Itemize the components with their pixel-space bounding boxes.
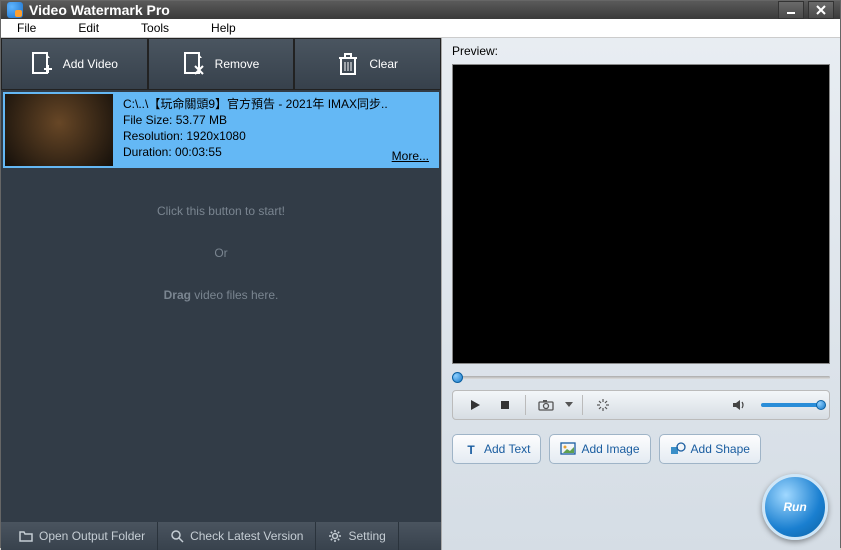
video-list[interactable]: C:\..\【玩命關頭9】官方預告 - 2021年 IMAX同步.. File …	[1, 90, 441, 522]
minimize-button[interactable]	[778, 1, 804, 19]
add-shape-label: Add Shape	[691, 442, 750, 456]
add-image-button[interactable]: Add Image	[549, 434, 650, 464]
video-resolution: Resolution: 1920x1080	[123, 128, 431, 144]
add-text-button[interactable]: T Add Text	[452, 434, 541, 464]
clear-label: Clear	[369, 57, 398, 71]
seek-thumb[interactable]	[452, 372, 463, 383]
drop-hint: Click this button to start! Or Drag vide…	[1, 190, 441, 316]
volume-slider[interactable]	[761, 403, 821, 407]
video-path: C:\..\【玩命關頭9】官方預告 - 2021年 IMAX同步..	[123, 96, 431, 112]
close-button[interactable]	[808, 1, 834, 19]
video-size: File Size: 53.77 MB	[123, 112, 431, 128]
hint-line1: Click this button to start!	[1, 190, 441, 232]
run-button[interactable]: Run	[762, 474, 828, 540]
divider	[525, 395, 526, 415]
setting-button[interactable]: Setting	[316, 522, 398, 550]
preview-label: Preview:	[442, 38, 840, 64]
menu-tools[interactable]: Tools	[135, 19, 175, 37]
volume-thumb[interactable]	[816, 400, 826, 410]
search-icon	[170, 529, 184, 543]
text-icon: T	[463, 441, 479, 457]
preview-area	[452, 64, 830, 364]
image-icon	[560, 441, 576, 457]
app-logo-icon	[7, 2, 23, 18]
clear-button[interactable]: Clear	[294, 38, 441, 90]
run-label: Run	[783, 500, 806, 514]
menu-edit[interactable]: Edit	[72, 19, 105, 37]
stop-button[interactable]	[491, 394, 519, 416]
clear-icon	[337, 51, 359, 77]
remove-label: Remove	[215, 57, 260, 71]
video-item[interactable]: C:\..\【玩命關頭9】官方預告 - 2021年 IMAX同步.. File …	[3, 92, 439, 168]
effect-button[interactable]	[589, 394, 617, 416]
add-text-label: Add Text	[484, 442, 530, 456]
video-thumbnail	[5, 94, 113, 166]
volume-button[interactable]	[725, 394, 753, 416]
snapshot-button[interactable]	[532, 394, 560, 416]
watermark-toolbar: T Add Text Add Image Add Shape	[452, 434, 830, 464]
left-panel: Add Video Remove Clear C:\..\【玩命關頭9】官方預告…	[1, 38, 441, 550]
video-info: C:\..\【玩命關頭9】官方預告 - 2021年 IMAX同步.. File …	[115, 92, 439, 168]
hint-line3: Drag video files here.	[1, 274, 441, 316]
open-output-label: Open Output Folder	[39, 529, 145, 543]
snapshot-dropdown[interactable]	[562, 394, 576, 416]
check-version-button[interactable]: Check Latest Version	[158, 522, 316, 550]
add-video-button[interactable]: Add Video	[1, 38, 148, 90]
add-shape-button[interactable]: Add Shape	[659, 434, 761, 464]
setting-label: Setting	[348, 529, 385, 543]
window-buttons	[778, 1, 834, 19]
bottom-bar: Open Output Folder Check Latest Version …	[1, 522, 441, 550]
check-version-label: Check Latest Version	[190, 529, 303, 543]
title-bar: Video Watermark Pro	[1, 1, 840, 19]
gear-icon	[328, 529, 342, 543]
main-area: Add Video Remove Clear C:\..\【玩命關頭9】官方預告…	[1, 38, 840, 550]
hint-line2: Or	[1, 232, 441, 274]
menu-help[interactable]: Help	[205, 19, 242, 37]
menu-bar: File Edit Tools Help	[1, 19, 840, 38]
video-duration: Duration: 00:03:55	[123, 144, 431, 160]
remove-button[interactable]: Remove	[148, 38, 295, 90]
app-title: Video Watermark Pro	[29, 2, 778, 18]
remove-icon	[183, 51, 205, 77]
shape-icon	[670, 441, 686, 457]
add-video-label: Add Video	[63, 57, 118, 71]
play-button[interactable]	[461, 394, 489, 416]
menu-file[interactable]: File	[11, 19, 42, 37]
folder-icon	[19, 529, 33, 543]
add-video-icon	[31, 51, 53, 77]
divider	[582, 395, 583, 415]
svg-text:T: T	[467, 443, 475, 457]
open-output-folder-button[interactable]: Open Output Folder	[7, 522, 158, 550]
playback-controls	[452, 390, 830, 420]
right-panel: Preview: T Add Text	[441, 38, 840, 550]
seek-bar[interactable]	[452, 372, 830, 382]
app-window: Video Watermark Pro File Edit Tools Help…	[0, 0, 841, 548]
video-more-link[interactable]: More...	[392, 148, 429, 164]
add-image-label: Add Image	[581, 442, 639, 456]
seek-track	[452, 376, 830, 379]
video-toolbar: Add Video Remove Clear	[1, 38, 441, 90]
